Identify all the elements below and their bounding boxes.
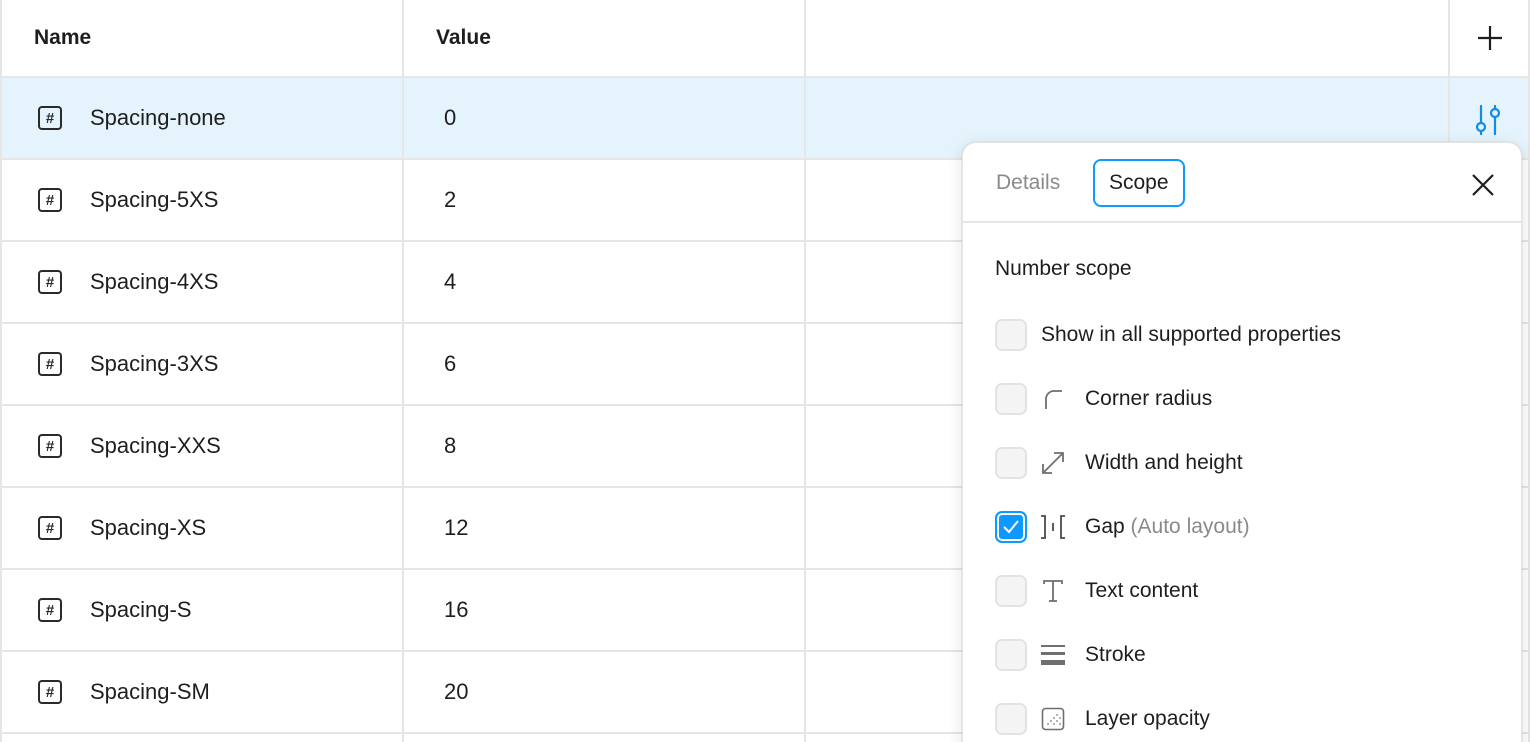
hash-icon: # — [38, 352, 62, 376]
checkbox-checked[interactable] — [995, 511, 1027, 543]
variable-value[interactable]: 2 — [444, 187, 456, 213]
checkbox[interactable] — [995, 703, 1027, 735]
sliders-icon — [1475, 104, 1501, 136]
variable-value[interactable]: 20 — [444, 679, 468, 705]
opacity-icon — [1039, 705, 1067, 733]
scope-option-stroke[interactable]: Stroke — [995, 638, 1146, 672]
checkbox[interactable] — [995, 639, 1027, 671]
corner-radius-icon — [1039, 385, 1067, 413]
hash-icon: # — [38, 516, 62, 540]
hash-icon: # — [38, 598, 62, 622]
checkbox[interactable] — [995, 447, 1027, 479]
variable-name[interactable]: Spacing-XXS — [90, 433, 221, 459]
stroke-icon — [1039, 641, 1067, 669]
table-header: Name Value — [0, 0, 1530, 78]
tab-details[interactable]: Details — [982, 159, 1074, 207]
column-header-value[interactable]: Value — [436, 0, 491, 76]
variable-settings-panel: Details Scope Number scope Show in all s… — [962, 142, 1522, 742]
column-divider — [0, 0, 2, 742]
column-divider — [402, 0, 404, 742]
checkbox[interactable] — [995, 319, 1027, 351]
option-label: Gap — [1085, 515, 1125, 538]
scope-option-layer-opacity[interactable]: Layer opacity — [995, 702, 1210, 736]
variable-name[interactable]: Spacing-3XS — [90, 351, 218, 377]
option-suffix: (Auto layout) — [1130, 515, 1250, 538]
column-divider — [804, 0, 806, 742]
scope-option-show-all[interactable]: Show in all supported properties — [995, 318, 1341, 352]
variable-name[interactable]: Spacing-SM — [90, 679, 210, 705]
checkmark-icon — [1003, 520, 1019, 534]
gap-icon — [1039, 513, 1067, 541]
option-label: Layer opacity — [1085, 707, 1210, 730]
variable-name[interactable]: Spacing-5XS — [90, 187, 218, 213]
resize-icon — [1039, 449, 1067, 477]
option-label: Text content — [1085, 579, 1199, 602]
variable-value[interactable]: 4 — [444, 269, 456, 295]
add-variable-button[interactable] — [1450, 0, 1530, 76]
hash-icon: # — [38, 680, 62, 704]
panel-header: Details Scope — [963, 143, 1521, 223]
hash-icon: # — [38, 106, 62, 130]
option-label: Width and height — [1085, 451, 1243, 474]
variable-name[interactable]: Spacing-XS — [90, 515, 206, 541]
variable-name[interactable]: Spacing-S — [90, 597, 192, 623]
variable-value[interactable]: 6 — [444, 351, 456, 377]
option-label: Corner radius — [1085, 387, 1213, 410]
text-icon — [1039, 577, 1067, 605]
variable-name[interactable]: Spacing-4XS — [90, 269, 218, 295]
variable-value[interactable]: 16 — [444, 597, 468, 623]
variable-value[interactable]: 0 — [444, 105, 456, 131]
scope-option-corner-radius[interactable]: Corner radius — [995, 382, 1212, 416]
plus-icon — [1478, 26, 1502, 50]
option-label: Show in all supported properties — [1041, 323, 1342, 346]
close-icon — [1472, 174, 1494, 196]
checkbox[interactable] — [995, 383, 1027, 415]
option-label: Stroke — [1085, 643, 1146, 666]
close-button[interactable] — [1463, 165, 1503, 205]
hash-icon: # — [38, 434, 62, 458]
checkbox[interactable] — [995, 575, 1027, 607]
scope-option-text-content[interactable]: Text content — [995, 574, 1198, 608]
variable-name[interactable]: Spacing-none — [90, 105, 226, 131]
hash-icon: # — [38, 188, 62, 212]
variable-value[interactable]: 8 — [444, 433, 456, 459]
tab-scope[interactable]: Scope — [1093, 159, 1185, 207]
column-header-name[interactable]: Name — [34, 0, 91, 76]
section-title: Number scope — [995, 257, 1132, 280]
hash-icon: # — [38, 270, 62, 294]
edit-variable-button[interactable] — [1468, 100, 1508, 140]
scope-option-width-height[interactable]: Width and height — [995, 446, 1243, 480]
variable-value[interactable]: 12 — [444, 515, 468, 541]
scope-option-gap[interactable]: Gap (Auto layout) — [995, 510, 1250, 544]
